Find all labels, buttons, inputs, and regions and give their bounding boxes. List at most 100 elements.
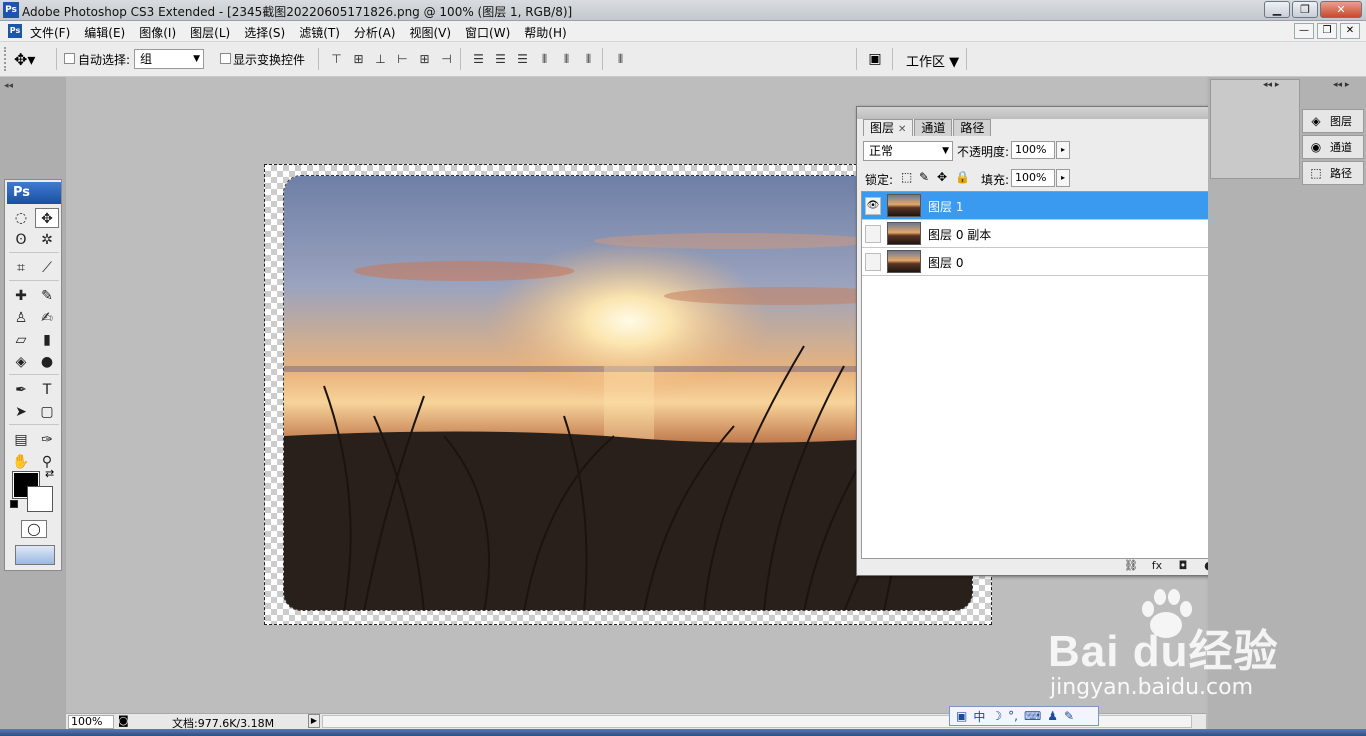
collapse-toolbox-icon[interactable]: ◂◂ [4, 81, 62, 95]
menu-edit[interactable]: 编辑(E) [84, 24, 125, 41]
doc-close-button[interactable]: ✕ [1340, 23, 1360, 39]
quick-mask-icon[interactable]: ◯ [21, 520, 47, 538]
visibility-toggle[interactable] [865, 225, 881, 243]
dock-layers-button[interactable]: ◈ 图层 [1302, 109, 1364, 133]
default-colors-icon[interactable] [10, 500, 18, 508]
ime-punctuation-icon[interactable]: °, [1008, 709, 1018, 723]
swap-colors-icon[interactable]: ⇄ [45, 467, 54, 480]
fill-slider-button[interactable]: ▸ [1056, 169, 1070, 187]
app-menu-icon[interactable]: Ps [8, 24, 22, 38]
align-vcenter-icon[interactable]: ⊞ [350, 51, 367, 67]
shape-icon[interactable]: ▢ [35, 402, 59, 422]
tab-layers[interactable]: 图层 ✕ [863, 119, 914, 136]
align-top-icon[interactable]: ⊤ [328, 51, 345, 67]
magic-wand-icon[interactable]: ✲ [35, 230, 59, 250]
menu-window[interactable]: 窗口(W) [465, 24, 510, 41]
menu-select[interactable]: 选择(S) [244, 24, 285, 41]
add-mask-icon[interactable]: ◘ [1173, 559, 1193, 575]
status-menu-arrow-icon[interactable]: ▶ [308, 714, 320, 728]
expand-icon[interactable]: ◂◂ ▸ [1333, 80, 1349, 90]
marquee-icon[interactable]: ◌ [9, 208, 33, 228]
gradient-icon[interactable]: ▮ [35, 330, 59, 350]
slice-icon[interactable]: ⟋ [35, 258, 59, 278]
menu-analysis[interactable]: 分析(A) [354, 24, 396, 41]
doc-restore-button[interactable]: ❐ [1317, 23, 1337, 39]
fill-input[interactable]: 100% [1011, 169, 1055, 187]
collapsed-panel-strip[interactable] [1210, 79, 1300, 179]
distribute-left-icon[interactable]: ⦀ [536, 51, 553, 67]
bridge-icon[interactable]: ▣ [862, 48, 888, 70]
menu-view[interactable]: 视图(V) [409, 24, 451, 41]
collapse-icon[interactable]: ◂◂ ▸ [1263, 80, 1279, 90]
type-icon[interactable]: T [35, 380, 59, 400]
window-close-button[interactable]: ✕ [1320, 1, 1362, 18]
window-minimize-button[interactable]: ▁ [1264, 1, 1290, 18]
status-info-icon[interactable]: ◙ [118, 714, 129, 727]
distribute-top-icon[interactable]: ☰ [470, 51, 487, 67]
crop-icon[interactable]: ⌗ [9, 258, 33, 278]
ime-chinese-mode[interactable]: 中 [973, 708, 985, 725]
ime-user-icon[interactable]: ♟ [1047, 709, 1058, 723]
dock-layers-label: 图层 [1330, 115, 1352, 128]
ime-keyboard-icon[interactable]: ⌨ [1024, 709, 1041, 723]
ime-logo-icon[interactable]: ▣ [956, 709, 967, 723]
opacity-slider-button[interactable]: ▸ [1056, 141, 1070, 159]
ime-settings-icon[interactable]: ✎ [1064, 709, 1074, 723]
auto-select-dropdown[interactable]: 组 ▼ [134, 49, 204, 69]
dock-paths-button[interactable]: ⬚ 路径 [1302, 161, 1364, 185]
blur-icon[interactable]: ◈ [9, 352, 33, 372]
align-left-icon[interactable]: ⊢ [394, 51, 411, 67]
lock-image-icon[interactable]: ✎ [919, 170, 929, 184]
align-bottom-icon[interactable]: ⊥ [372, 51, 389, 67]
show-transform-checkbox[interactable] [220, 53, 231, 64]
screen-mode-icon[interactable] [15, 545, 55, 565]
distribute-right-icon[interactable]: ⦀ [580, 51, 597, 67]
ime-fullwidth-icon[interactable]: ☽ [991, 709, 1002, 723]
lock-all-icon[interactable]: 🔒 [955, 170, 970, 184]
notes-icon[interactable]: ▤ [9, 430, 33, 450]
hand-icon[interactable]: ✋ [9, 452, 33, 472]
auto-align-icon[interactable]: ⦀ [612, 51, 629, 67]
distribute-bottom-icon[interactable]: ☰ [514, 51, 531, 67]
zoom-level-input[interactable]: 100% [68, 715, 114, 729]
visibility-toggle[interactable] [865, 253, 881, 271]
opacity-input[interactable]: 100% [1011, 141, 1055, 159]
move-tool-preset-icon[interactable]: ✥▾ [14, 50, 35, 69]
visibility-eye-icon[interactable]: 👁 [865, 197, 881, 215]
eyedropper-icon[interactable]: ✑ [35, 430, 59, 450]
fx-icon[interactable]: fx [1147, 559, 1167, 575]
tab-channels[interactable]: 通道 [914, 119, 953, 136]
align-right-icon[interactable]: ⊣ [438, 51, 455, 67]
lock-position-icon[interactable]: ✥ [937, 170, 947, 184]
auto-select-checkbox[interactable] [64, 53, 75, 64]
dock-channels-button[interactable]: ◉ 通道 [1302, 135, 1364, 159]
menu-file[interactable]: 文件(F) [30, 24, 70, 41]
brush-icon[interactable]: ✎ [35, 286, 59, 306]
distribute-vcenter-icon[interactable]: ☰ [492, 51, 509, 67]
blend-mode-dropdown[interactable]: 正常 ▼ [863, 141, 953, 161]
align-hcenter-icon[interactable]: ⊞ [416, 51, 433, 67]
menu-image[interactable]: 图像(I) [139, 24, 176, 41]
pen-icon[interactable]: ✒ [9, 380, 33, 400]
link-layers-icon[interactable]: ⛓ [1121, 559, 1141, 575]
dodge-icon[interactable]: ● [35, 352, 59, 372]
tab-paths[interactable]: 路径 [953, 119, 992, 136]
menu-help[interactable]: 帮助(H) [524, 24, 566, 41]
distribute-hcenter-icon[interactable]: ⦀ [558, 51, 575, 67]
history-brush-icon[interactable]: ✍ [35, 308, 59, 328]
workspace-menu[interactable]: 工作区 ▼ [906, 51, 959, 70]
menu-layer[interactable]: 图层(L) [190, 24, 230, 41]
move-icon[interactable]: ✥ [35, 208, 59, 228]
lasso-icon[interactable]: ʘ [9, 230, 33, 250]
path-selection-icon[interactable]: ➤ [9, 402, 33, 422]
clone-stamp-icon[interactable]: ♙ [9, 308, 33, 328]
close-icon[interactable]: ✕ [898, 124, 906, 135]
background-color-swatch[interactable] [27, 486, 53, 512]
eraser-icon[interactable]: ▱ [9, 330, 33, 350]
menu-filter[interactable]: 滤镜(T) [299, 24, 340, 41]
doc-minimize-button[interactable]: — [1294, 23, 1314, 39]
healing-brush-icon[interactable]: ✚ [9, 286, 33, 306]
options-grip[interactable] [4, 47, 8, 71]
window-maximize-button[interactable]: ❐ [1292, 1, 1318, 18]
lock-transparent-icon[interactable]: ⬚ [901, 170, 912, 184]
